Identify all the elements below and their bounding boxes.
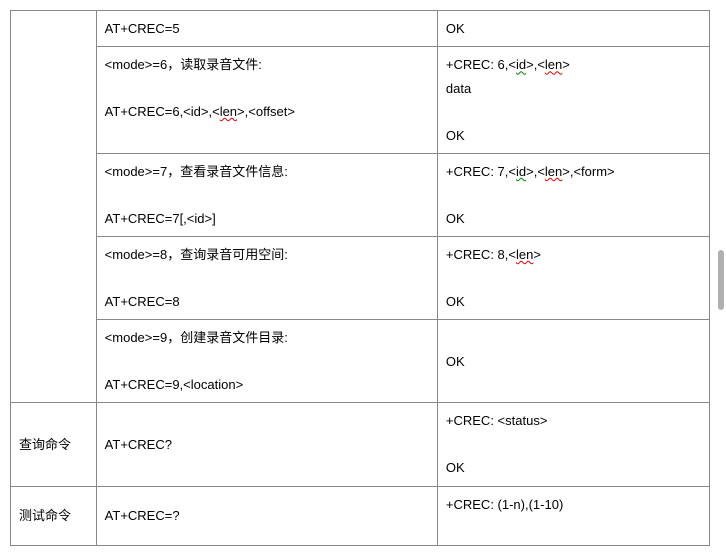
resp-text: +CREC: 8,<len> — [446, 247, 541, 262]
cmd-text: <mode>=7，查看录音文件信息: — [105, 164, 288, 179]
scrollbar-thumb[interactable] — [718, 250, 724, 310]
resp-text: OK — [446, 21, 465, 36]
cmd-text: AT+CREC=7[,<id>] — [105, 211, 216, 226]
cmd-text: AT+CREC=5 — [105, 21, 180, 36]
resp-text: +CREC: 7,<id>,<len>,<form> — [446, 164, 615, 179]
cmd-text: AT+CREC=8 — [105, 294, 180, 309]
resp-text: +CREC: 6,<id>,<len> — [446, 57, 570, 72]
resp-text: OK — [446, 460, 465, 475]
resp-text: +CREC: <status> — [446, 413, 548, 428]
command-cell: <mode>=6，读取录音文件: AT+CREC=6,<id>,<len>,<o… — [96, 47, 437, 154]
response-cell: OK — [437, 11, 709, 47]
cmd-text: AT+CREC=6,<id>,<len>,<offset> — [105, 104, 295, 119]
command-cell: AT+CREC? — [96, 403, 437, 486]
response-cell: +CREC: 8,<len> OK — [437, 237, 709, 320]
table-row: <mode>=6，读取录音文件: AT+CREC=6,<id>,<len>,<o… — [11, 47, 710, 154]
command-cell: <mode>=7，查看录音文件信息: AT+CREC=7[,<id>] — [96, 153, 437, 236]
table-row: <mode>=8，查询录音可用空间: AT+CREC=8 +CREC: 8,<l… — [11, 237, 710, 320]
table-row: <mode>=9，创建录音文件目录: AT+CREC=9,<location> … — [11, 320, 710, 403]
cmd-text: <mode>=6，读取录音文件: — [105, 57, 262, 72]
cmd-text: <mode>=8，查询录音可用空间: — [105, 247, 288, 262]
response-cell: +CREC: <status> OK — [437, 403, 709, 486]
resp-text: data — [446, 81, 471, 96]
resp-text: OK — [446, 294, 465, 309]
command-cell: <mode>=9，创建录音文件目录: AT+CREC=9,<location> — [96, 320, 437, 403]
response-cell: +CREC: (1-n),(1-10) — [437, 486, 709, 546]
response-cell: +CREC: 6,<id>,<len> data OK — [437, 47, 709, 154]
cmd-text: AT+CREC=? — [105, 508, 180, 523]
command-cell: <mode>=8，查询录音可用空间: AT+CREC=8 — [96, 237, 437, 320]
resp-text: +CREC: (1-n),(1-10) — [446, 497, 563, 512]
table-row: AT+CREC=5 OK — [11, 11, 710, 47]
label-text: 测试命令 — [19, 508, 71, 523]
table-row: 查询命令 AT+CREC? +CREC: <status> OK — [11, 403, 710, 486]
resp-text: OK — [446, 211, 465, 226]
table-row: 测试命令 AT+CREC=? +CREC: (1-n),(1-10) — [11, 486, 710, 546]
resp-text: OK — [446, 128, 465, 143]
cmd-text: <mode>=9，创建录音文件目录: — [105, 330, 288, 345]
label-cell: 测试命令 — [11, 486, 97, 546]
label-cell: 查询命令 — [11, 403, 97, 486]
cmd-text: AT+CREC? — [105, 437, 172, 452]
resp-text: OK — [446, 354, 465, 369]
command-table: AT+CREC=5 OK <mode>=6，读取录音文件: AT+CREC=6,… — [10, 10, 710, 546]
response-cell: +CREC: 7,<id>,<len>,<form> OK — [437, 153, 709, 236]
table-row: <mode>=7，查看录音文件信息: AT+CREC=7[,<id>] +CRE… — [11, 153, 710, 236]
command-cell: AT+CREC=? — [96, 486, 437, 546]
response-cell: OK — [437, 320, 709, 403]
command-cell: AT+CREC=5 — [96, 11, 437, 47]
label-cell-empty — [11, 11, 97, 403]
label-text: 查询命令 — [19, 437, 71, 452]
cmd-text: AT+CREC=9,<location> — [105, 377, 244, 392]
